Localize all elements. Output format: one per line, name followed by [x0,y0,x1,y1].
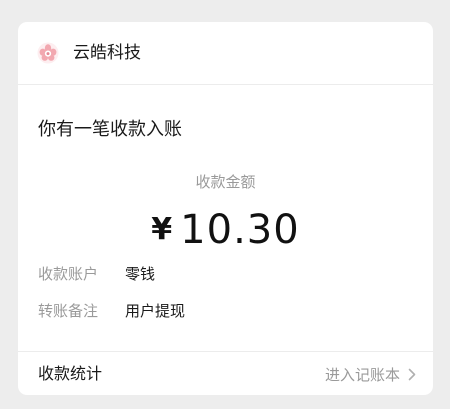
detail-value: 零钱 [125,265,156,283]
card-header: 云皓科技 [18,22,433,85]
amount-value: 10.30 [180,207,300,253]
currency-symbol: ¥ [151,212,173,247]
notification-headline: 你有一笔收款入账 [38,119,182,140]
chevron-right-icon [408,368,416,380]
pink-flower-logo-icon [37,42,59,64]
detail-key: 转账备注 [38,302,99,320]
detail-value: 用户提现 [125,302,186,320]
payment-notification-card[interactable]: 云皓科技 你有一笔收款入账 收款金额 ¥10.30 收款账户 零钱 转账备注 用… [18,22,433,395]
card-footer: 收款统计 进入记账本 [18,351,433,395]
sender-name: 云皓科技 [73,43,141,63]
open-ledger-label: 进入记账本 [324,365,400,384]
amount-display: ¥10.30 [18,205,433,263]
amount-label: 收款金额 [195,173,256,191]
open-ledger-link[interactable]: 进入记账本 [325,362,416,386]
detail-key: 收款账户 [38,265,99,283]
footer-title: 收款统计 [38,364,103,383]
